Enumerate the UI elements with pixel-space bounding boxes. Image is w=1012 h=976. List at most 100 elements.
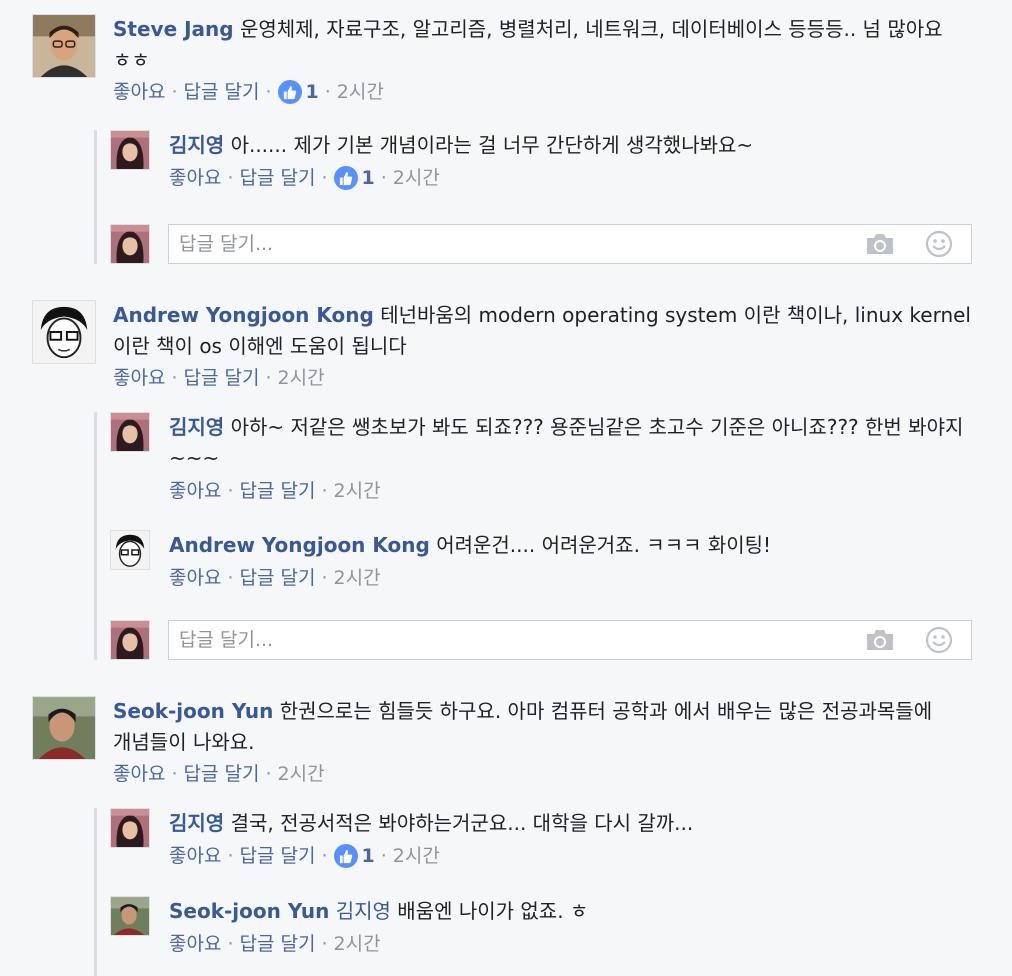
reply-button[interactable]: 답글 달기 bbox=[184, 80, 260, 104]
reply-placeholder: 답글 달기... bbox=[179, 233, 274, 255]
like-button[interactable]: 좋아요 bbox=[113, 762, 165, 786]
timestamp[interactable]: 2시간 bbox=[337, 80, 384, 104]
comment-actions: 좋아요 · 답글 달기 · 2시간 bbox=[113, 366, 325, 390]
reply-placeholder: 답글 달기... bbox=[179, 629, 274, 651]
avatar[interactable] bbox=[110, 808, 150, 848]
comment-text: Andrew Yongjoon Kong 어려운건.... 어려운거죠. ㅋㅋㅋ… bbox=[169, 530, 982, 561]
like-count-badge[interactable]: 1 bbox=[333, 844, 375, 868]
reply-button[interactable]: 답글 달기 bbox=[240, 166, 316, 190]
comment-text: Steve Jang 운영체제, 자료구조, 알고리즘, 병렬처리, 네트워크,… bbox=[113, 14, 982, 76]
camera-icon[interactable] bbox=[865, 628, 895, 652]
reply-button[interactable]: 답글 달기 bbox=[240, 566, 316, 590]
comment-text: 김지영 결국, 전공서적은 봐야하는거군요... 대학을 다시 갈까... bbox=[169, 808, 982, 839]
comment-text: Seok-joon Yun 한권으로는 힘들듯 하구요. 아마 컴퓨터 공학과 … bbox=[113, 696, 982, 758]
profile-photo-seok-joon-yun bbox=[33, 697, 95, 759]
like-button[interactable]: 좋아요 bbox=[113, 366, 165, 390]
timestamp[interactable]: 2시간 bbox=[334, 479, 381, 503]
comment-content: 결국, 전공서적은 봐야하는거군요... 대학을 다시 갈까... bbox=[230, 811, 694, 835]
comment-content: 아...... 제가 기본 개념이라는 걸 너무 간단하게 생각했나봐요~ bbox=[230, 133, 754, 157]
comment-text: Seok-joon Yun 김지영 배움엔 나이가 없죠. ㅎ bbox=[169, 896, 982, 927]
reply: Andrew Yongjoon Kong 어려운건.... 어려운거죠. ㅋㅋㅋ… bbox=[110, 530, 982, 596]
comment-author[interactable]: 김지영 bbox=[169, 811, 224, 835]
comment-actions: 좋아요 · 답글 달기 · 2시간 bbox=[169, 479, 381, 503]
avatar[interactable] bbox=[110, 412, 150, 452]
comment-author[interactable]: 김지영 bbox=[169, 415, 224, 439]
reply-input[interactable]: 답글 달기... bbox=[168, 620, 972, 660]
like-count-badge[interactable]: 1 bbox=[277, 80, 319, 104]
thumbs-up-icon bbox=[333, 844, 358, 868]
like-count: 1 bbox=[361, 845, 375, 867]
like-button[interactable]: 좋아요 bbox=[169, 932, 221, 956]
like-count: 1 bbox=[361, 167, 375, 189]
comment-text: 김지영 아...... 제가 기본 개념이라는 걸 너무 간단하게 생각했나봐요… bbox=[169, 130, 982, 161]
reply-thread-line bbox=[94, 808, 97, 976]
timestamp[interactable]: 2시간 bbox=[334, 566, 381, 590]
comment-author[interactable]: Seok-joon Yun bbox=[169, 899, 329, 923]
comment-content: 아하~ 저같은 쌩초보가 봐도 되죠??? 용준님같은 초고수 기준은 아니죠?… bbox=[169, 415, 964, 470]
avatar bbox=[110, 620, 150, 660]
comment-author[interactable]: Andrew Yongjoon Kong bbox=[113, 303, 374, 327]
comment-actions: 좋아요 · 답글 달기 · 1 · 2시간 bbox=[169, 844, 440, 868]
avatar[interactable] bbox=[32, 14, 96, 78]
avatar[interactable] bbox=[32, 300, 96, 364]
thumbs-up-icon bbox=[277, 80, 302, 104]
comment: Seok-joon Yun 한권으로는 힘들듯 하구요. 아마 컴퓨터 공학과 … bbox=[32, 696, 982, 794]
avatar[interactable] bbox=[110, 896, 150, 936]
reply-input[interactable]: 답글 달기... bbox=[168, 224, 972, 264]
reply: Seok-joon Yun 김지영 배움엔 나이가 없죠. ㅎ 좋아요 · 답글… bbox=[110, 896, 982, 966]
comment-actions: 좋아요 · 답글 달기 · 1 · 2시간 bbox=[113, 80, 384, 104]
reply: 김지영 아...... 제가 기본 개념이라는 걸 너무 간단하게 생각했나봐요… bbox=[110, 130, 982, 200]
avatar[interactable] bbox=[32, 696, 96, 760]
reply-button[interactable]: 답글 달기 bbox=[184, 762, 260, 786]
avatar[interactable] bbox=[110, 130, 150, 170]
like-count-badge[interactable]: 1 bbox=[333, 166, 375, 190]
avatar bbox=[110, 224, 150, 264]
reply-button[interactable]: 답글 달기 bbox=[240, 479, 316, 503]
reply-thread-line bbox=[94, 130, 97, 264]
comment-actions: 좋아요 · 답글 달기 · 2시간 bbox=[113, 762, 325, 786]
reply-button[interactable]: 답글 달기 bbox=[184, 366, 260, 390]
reply-composer: 답글 달기... bbox=[110, 620, 972, 660]
profile-photo-kim-jiyoung bbox=[111, 413, 149, 451]
comment-author[interactable]: 김지영 bbox=[169, 133, 224, 157]
thumbs-up-icon bbox=[333, 166, 358, 190]
profile-photo-steve-jang bbox=[33, 15, 95, 77]
like-button[interactable]: 좋아요 bbox=[169, 844, 221, 868]
like-button[interactable]: 좋아요 bbox=[169, 566, 221, 590]
comment-text: Andrew Yongjoon Kong 테넌바움의 modern operat… bbox=[113, 300, 982, 362]
avatar[interactable] bbox=[110, 530, 150, 570]
comment-author[interactable]: Steve Jang bbox=[113, 17, 234, 41]
camera-icon[interactable] bbox=[865, 232, 895, 256]
comment-content: 운영체제, 자료구조, 알고리즘, 병렬처리, 네트워크, 데이터베이스 등등등… bbox=[113, 17, 943, 72]
profile-photo-andrew-kong bbox=[111, 531, 149, 569]
timestamp[interactable]: 2시간 bbox=[393, 166, 440, 190]
like-button[interactable]: 좋아요 bbox=[169, 479, 221, 503]
reply: 김지영 결국, 전공서적은 봐야하는거군요... 대학을 다시 갈까... 좋아… bbox=[110, 808, 982, 878]
comment-author[interactable]: Andrew Yongjoon Kong bbox=[169, 533, 430, 557]
comment: Steve Jang 운영체제, 자료구조, 알고리즘, 병렬처리, 네트워크,… bbox=[32, 14, 982, 110]
timestamp[interactable]: 2시간 bbox=[278, 762, 325, 786]
reply-composer: 답글 달기... bbox=[110, 224, 972, 264]
comment-author[interactable]: Seok-joon Yun bbox=[113, 699, 273, 723]
emoji-icon[interactable] bbox=[925, 230, 953, 258]
comment-content: 배움엔 나이가 없죠. ㅎ bbox=[397, 899, 589, 923]
comment-text: 김지영 아하~ 저같은 쌩초보가 봐도 되죠??? 용준님같은 초고수 기준은 … bbox=[169, 412, 982, 474]
profile-photo-seok-joon-yun bbox=[111, 897, 149, 935]
profile-photo-kim-jiyoung bbox=[111, 809, 149, 847]
reply-thread-line bbox=[94, 412, 97, 660]
timestamp[interactable]: 2시간 bbox=[278, 366, 325, 390]
timestamp[interactable]: 2시간 bbox=[334, 932, 381, 956]
profile-photo-kim-jiyoung bbox=[111, 621, 149, 659]
timestamp[interactable]: 2시간 bbox=[393, 844, 440, 868]
reply-button[interactable]: 답글 달기 bbox=[240, 932, 316, 956]
profile-photo-kim-jiyoung bbox=[111, 225, 149, 263]
mention-tag[interactable]: 김지영 bbox=[336, 899, 391, 923]
like-button[interactable]: 좋아요 bbox=[113, 80, 165, 104]
reply: 김지영 아하~ 저같은 쌩초보가 봐도 되죠??? 용준님같은 초고수 기준은 … bbox=[110, 412, 982, 510]
comment-actions: 좋아요 · 답글 달기 · 2시간 bbox=[169, 932, 381, 956]
reply-button[interactable]: 답글 달기 bbox=[240, 844, 316, 868]
like-button[interactable]: 좋아요 bbox=[169, 166, 221, 190]
emoji-icon[interactable] bbox=[925, 626, 953, 654]
comment-actions: 좋아요 · 답글 달기 · 1 · 2시간 bbox=[169, 166, 440, 190]
comment: Andrew Yongjoon Kong 테넌바움의 modern operat… bbox=[32, 300, 982, 398]
